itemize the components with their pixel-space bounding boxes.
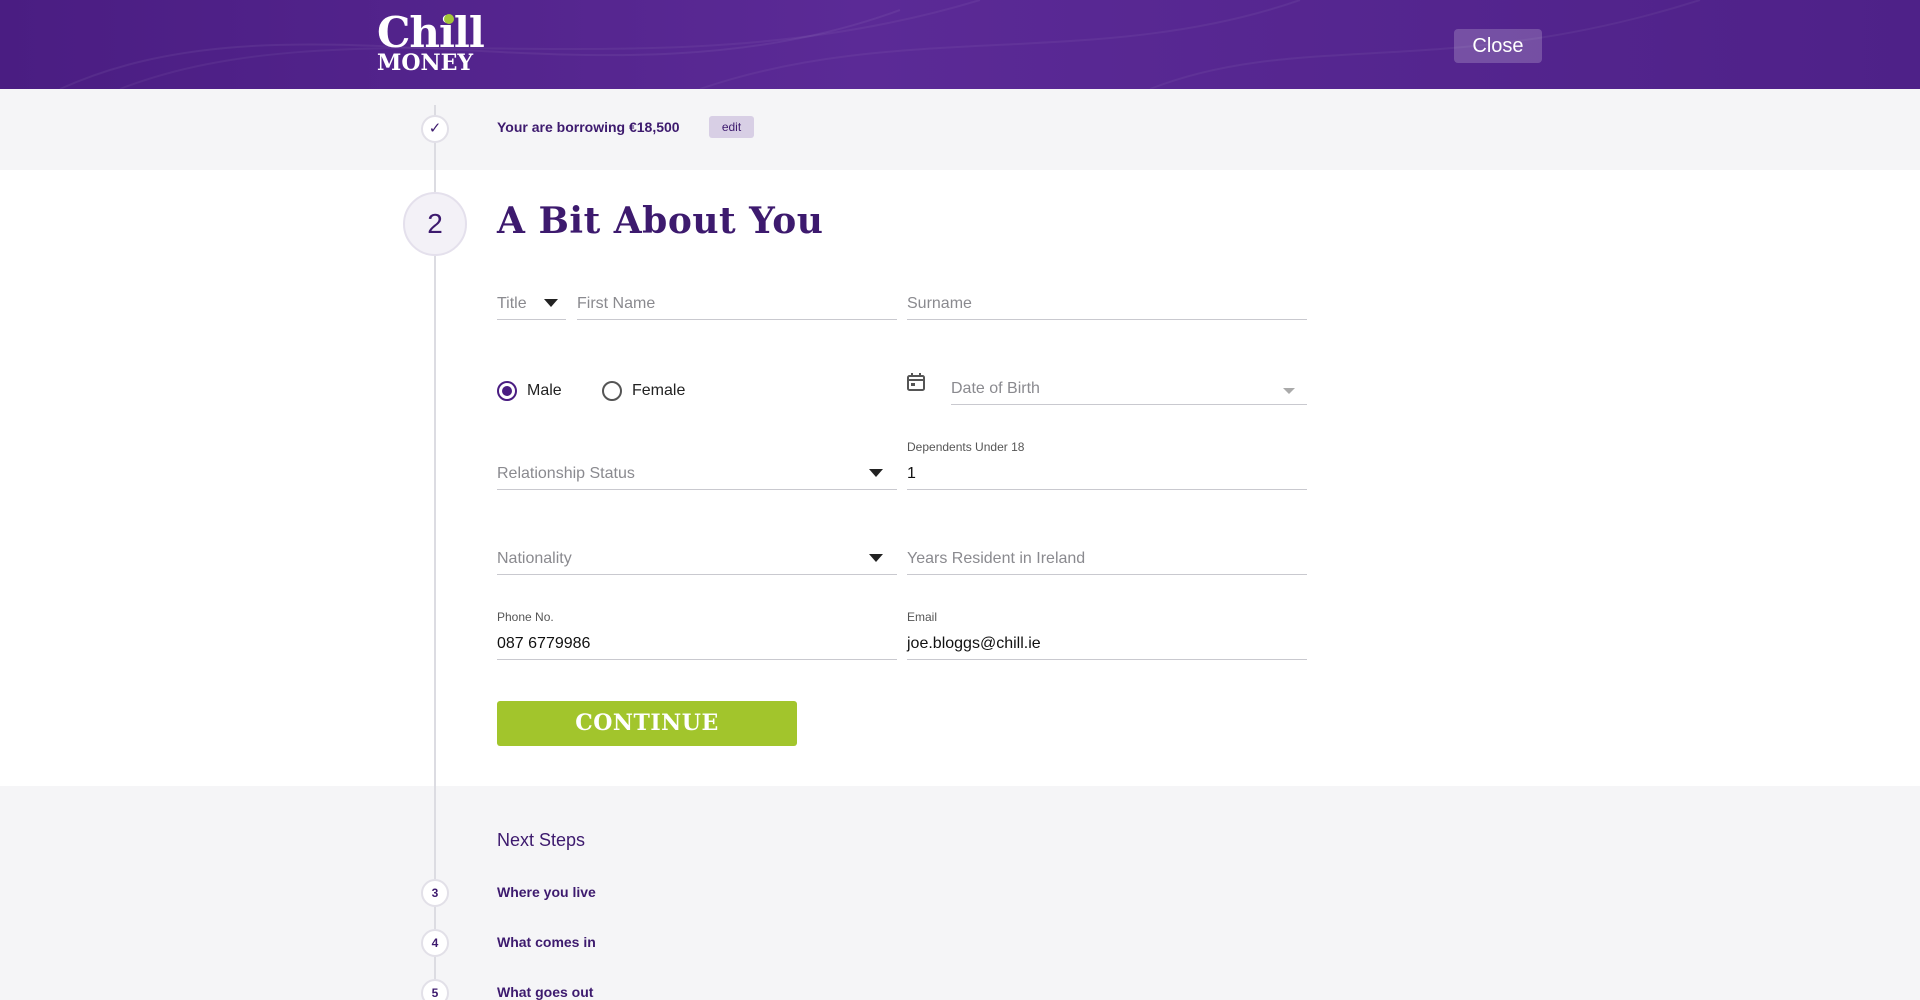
current-step-number: 2 bbox=[403, 192, 467, 256]
years-resident-input[interactable]: Years Resident in Ireland bbox=[907, 547, 1307, 575]
relationship-placeholder: Relationship Status bbox=[497, 465, 635, 482]
next-steps-section bbox=[0, 786, 1920, 1000]
email-label: Email bbox=[907, 610, 938, 624]
chevron-down-icon bbox=[869, 554, 883, 562]
radio-female-indicator bbox=[602, 381, 622, 401]
title-select[interactable]: Title bbox=[497, 292, 566, 320]
step-5-number: 5 bbox=[421, 979, 449, 1000]
radio-female-label: Female bbox=[632, 382, 686, 399]
calendar-icon[interactable] bbox=[906, 372, 926, 392]
radio-male-indicator bbox=[497, 381, 517, 401]
relationship-status-select[interactable]: Relationship Status bbox=[497, 462, 897, 490]
first-name-placeholder: First Name bbox=[577, 295, 656, 312]
top-header: Chill MONEY Close bbox=[0, 0, 1920, 89]
next-step-what-goes-out: What goes out bbox=[497, 984, 594, 1000]
step-3-number: 3 bbox=[421, 879, 449, 907]
next-step-what-comes-in: What comes in bbox=[497, 934, 596, 950]
chill-money-logo[interactable]: Chill MONEY bbox=[377, 8, 485, 75]
years-resident-placeholder: Years Resident in Ireland bbox=[907, 550, 1086, 567]
page-title: A Bit About You bbox=[497, 200, 824, 242]
check-icon: ✓ bbox=[421, 115, 449, 143]
email-value: joe.bloggs@chill.ie bbox=[907, 635, 1041, 652]
nationality-placeholder: Nationality bbox=[497, 550, 572, 567]
close-button[interactable]: Close bbox=[1454, 29, 1542, 63]
step-4-number: 4 bbox=[421, 929, 449, 957]
radio-male-label: Male bbox=[527, 382, 562, 399]
completed-step-summary bbox=[0, 89, 1920, 170]
phone-value: 087 6779986 bbox=[497, 635, 591, 652]
phone-input[interactable]: Phone No. 087 6779986 bbox=[497, 610, 897, 660]
borrowing-summary-text: Your are borrowing €18,500 bbox=[497, 119, 680, 135]
next-steps-title: Next Steps bbox=[497, 830, 586, 850]
date-of-birth-select[interactable]: Date of Birth bbox=[951, 377, 1307, 405]
edit-button[interactable]: edit bbox=[709, 116, 754, 138]
phone-label: Phone No. bbox=[497, 610, 554, 624]
next-step-where-you-live: Where you live bbox=[497, 884, 596, 900]
logo-dot bbox=[444, 14, 454, 24]
first-name-input[interactable]: First Name bbox=[577, 292, 897, 320]
dependents-input[interactable]: Dependents Under 18 1 bbox=[907, 440, 1307, 490]
logo-line1: Chill bbox=[377, 8, 485, 57]
gender-radio-female[interactable]: Female bbox=[602, 380, 685, 402]
surname-placeholder: Surname bbox=[907, 295, 972, 312]
header-swirl-decoration bbox=[59, 0, 1701, 89]
gender-radio-male[interactable]: Male bbox=[497, 380, 562, 402]
chevron-down-icon bbox=[544, 299, 558, 307]
chevron-down-icon bbox=[869, 469, 883, 477]
title-placeholder: Title bbox=[497, 295, 527, 312]
chevron-down-icon bbox=[1283, 388, 1295, 394]
dependents-label: Dependents Under 18 bbox=[907, 440, 1025, 454]
nationality-select[interactable]: Nationality bbox=[497, 547, 897, 575]
email-input[interactable]: Email joe.bloggs@chill.ie bbox=[907, 610, 1307, 660]
surname-input[interactable]: Surname bbox=[907, 292, 1307, 320]
continue-button[interactable]: CONTINUE bbox=[497, 701, 797, 746]
dob-placeholder: Date of Birth bbox=[951, 380, 1040, 397]
dependents-value: 1 bbox=[907, 465, 916, 482]
